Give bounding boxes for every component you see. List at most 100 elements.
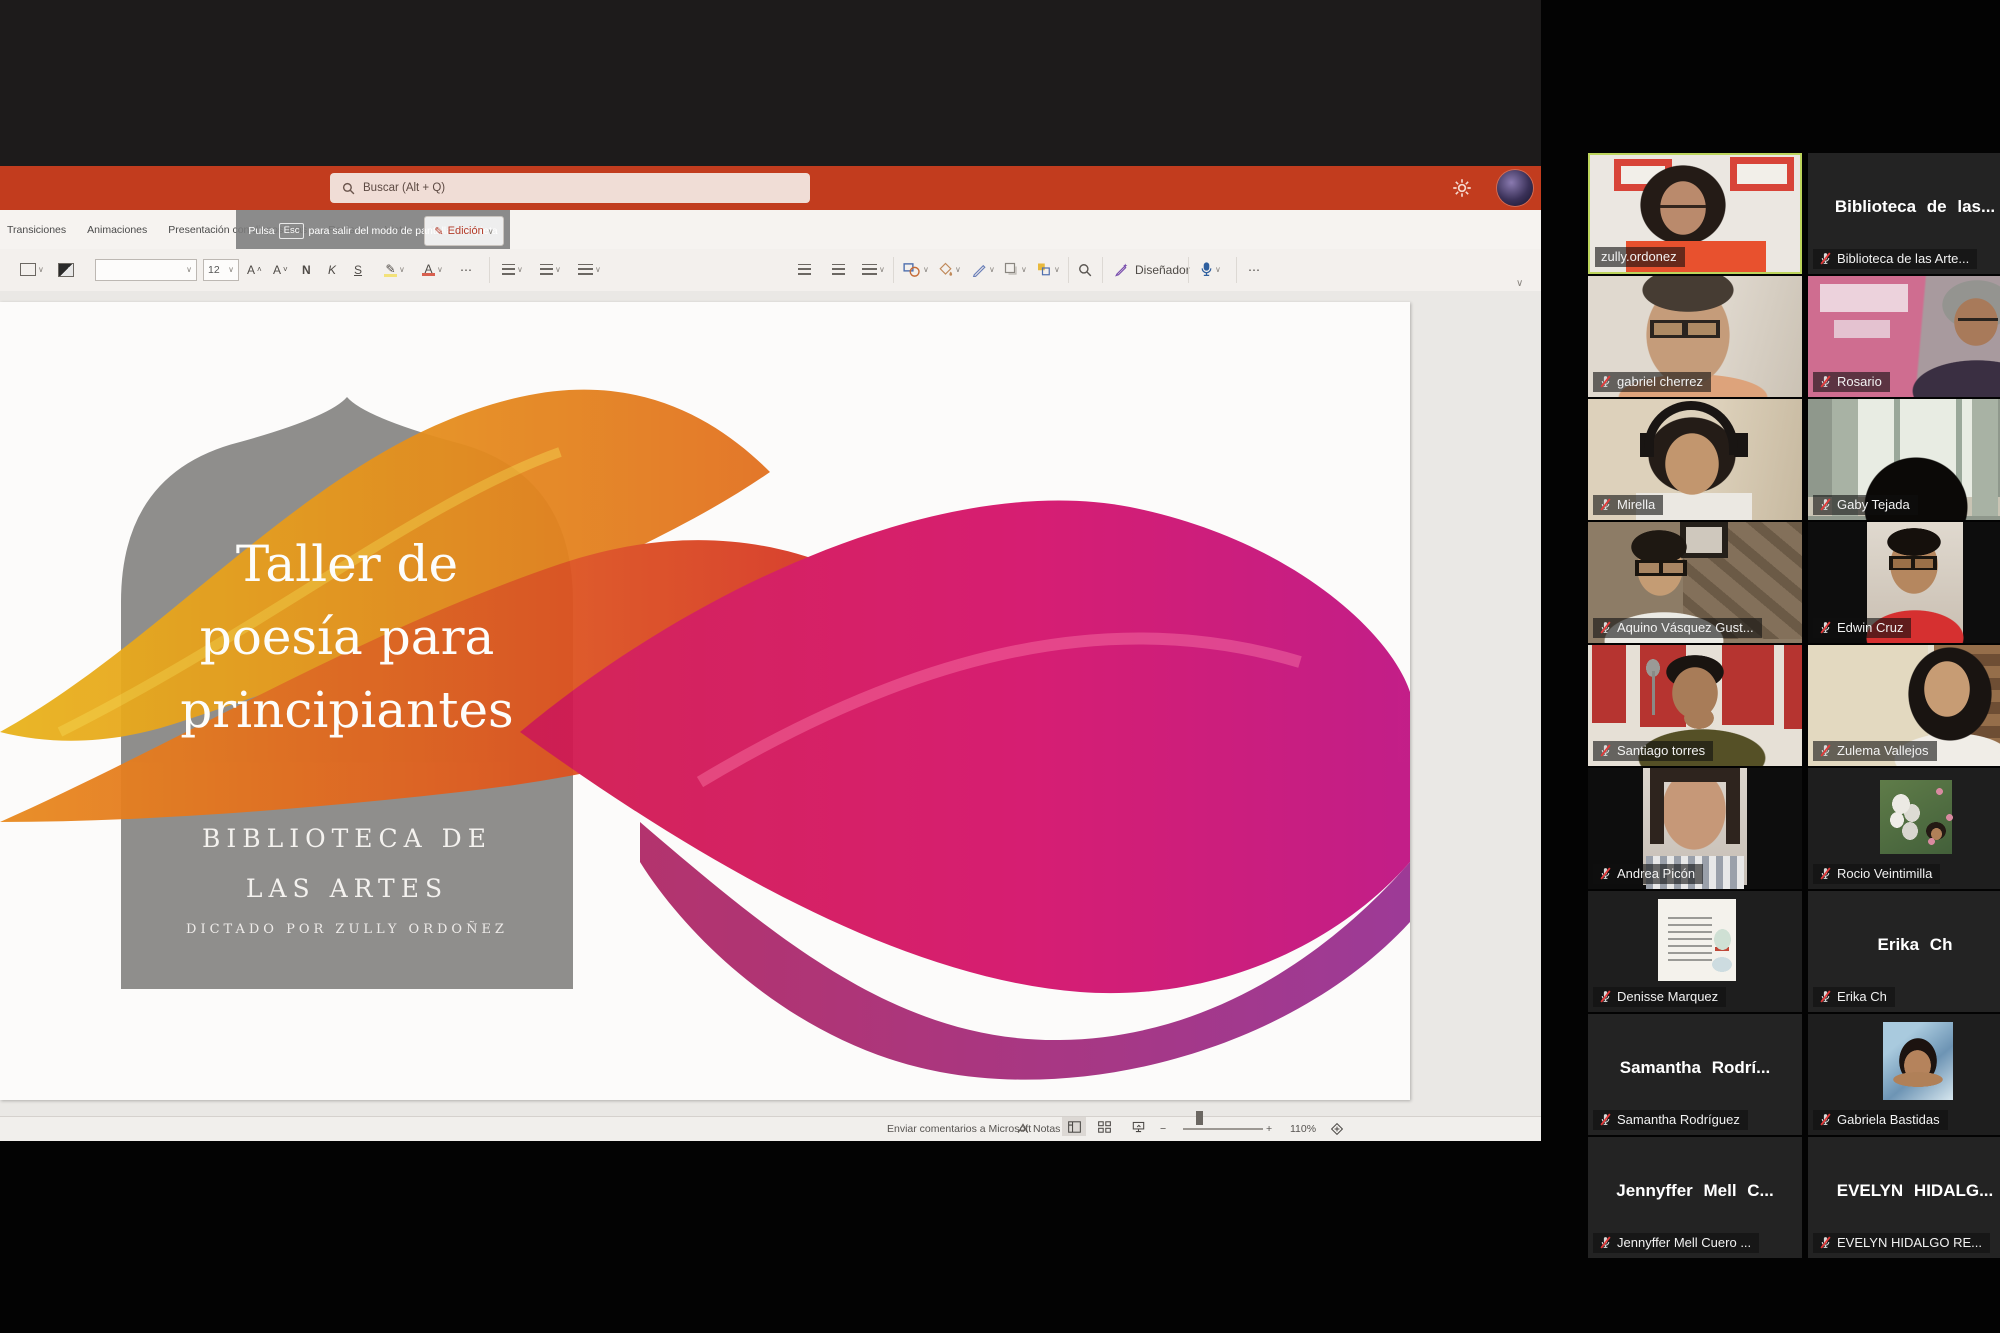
zoom-in-button[interactable]: +	[1266, 1117, 1272, 1140]
participant-name-text: Gaby Tejada	[1837, 497, 1910, 512]
muted-mic-icon	[1819, 621, 1832, 634]
pencil-icon: ✎	[434, 225, 443, 238]
underline-button[interactable]: S	[354, 249, 362, 290]
slideshow-view-button[interactable]	[1126, 1117, 1150, 1136]
participant-name-label: Zulema Vallejos	[1813, 741, 1937, 761]
decrease-font-button[interactable]: A˅	[273, 249, 288, 290]
participant-tile-5[interactable]: Gaby Tejada	[1808, 399, 2000, 520]
esc-key-badge: Esc	[279, 223, 305, 239]
participant-name-text: Mirella	[1617, 497, 1655, 512]
participant-tile-0[interactable]: zully.ordonez	[1588, 153, 1802, 274]
participant-name-text: Erika Ch	[1837, 989, 1887, 1004]
decrease-indent-button[interactable]	[798, 249, 811, 290]
normal-view-button[interactable]	[1062, 1117, 1086, 1136]
feedback-link[interactable]: Enviar comentarios a Microsoft	[887, 1117, 1031, 1140]
participant-tile-1[interactable]: Biblioteca de las... Biblioteca de las A…	[1808, 153, 2000, 274]
slide-sorter-view-button[interactable]	[1092, 1117, 1116, 1136]
participant-tile-17[interactable]: EVELYN HIDALG... EVELYN HIDALGO RE...	[1808, 1137, 2000, 1258]
participant-tile-2[interactable]: gabriel cherrez	[1588, 276, 1802, 397]
font-name-select[interactable]: ∨	[95, 249, 197, 290]
fit-to-window-button[interactable]	[1331, 1117, 1343, 1140]
participant-name-label: Mirella	[1593, 495, 1663, 515]
more-font-options-button[interactable]: ⋯	[460, 249, 473, 290]
muted-mic-icon	[1599, 867, 1612, 880]
slide-work-area: Taller de poesía para principiantes BIBL…	[0, 291, 1541, 1117]
participant-name-text: Santiago torres	[1617, 743, 1705, 758]
zoom-slider-handle[interactable]	[1196, 1111, 1203, 1125]
participant-center-name: Biblioteca de las...	[1808, 197, 2000, 217]
align-button[interactable]: ∨	[578, 249, 601, 290]
participant-name-text: Rocio Veintimilla	[1837, 866, 1932, 881]
find-button[interactable]	[1078, 249, 1092, 290]
participant-name-text: Jennyffer Mell Cuero ...	[1617, 1235, 1751, 1250]
font-color-button[interactable]: A∨	[422, 249, 443, 290]
participant-tile-16[interactable]: Jennyffer Mell C... Jennyffer Mell Cuero…	[1588, 1137, 1802, 1258]
participant-name-label: Biblioteca de las Arte...	[1813, 249, 1977, 269]
participant-name-label: Andrea Picón	[1593, 864, 1703, 884]
slide-canvas[interactable]: Taller de poesía para principiantes BIBL…	[0, 302, 1410, 1100]
participant-tile-13[interactable]: Erika Ch Erika Ch	[1808, 891, 2000, 1012]
participant-tile-3[interactable]: Rosario	[1808, 276, 2000, 397]
tab-strip: TransicionesAnimacionesPresentación con …	[0, 210, 1541, 249]
dictate-mic-button[interactable]: ∨	[1200, 249, 1221, 290]
account-avatar[interactable]	[1497, 170, 1533, 206]
participant-tile-14[interactable]: Samantha Rodrí... Samantha Rodríguez	[1588, 1014, 1802, 1135]
shape-outline-button[interactable]: ∨	[972, 249, 995, 290]
participants-grid: zully.ordonez Biblioteca de las... Bibli…	[1588, 153, 2000, 1258]
muted-mic-icon	[1599, 375, 1612, 388]
font-size-select[interactable]: 12∨	[203, 249, 239, 290]
increase-font-button[interactable]: A˄	[247, 249, 262, 290]
zoom-out-button[interactable]: −	[1160, 1117, 1166, 1140]
participant-tile-8[interactable]: Santiago torres	[1588, 645, 1802, 766]
shapes-button[interactable]: ∨	[903, 249, 929, 290]
layout-button[interactable]: ∨	[20, 249, 44, 290]
participant-name-label: Aquino Vásquez Gust...	[1593, 618, 1762, 638]
notes-icon	[1017, 1123, 1029, 1134]
shape-effects-button[interactable]: ∨	[1004, 249, 1027, 290]
muted-mic-icon	[1599, 744, 1612, 757]
participant-name-text: Rosario	[1837, 374, 1882, 389]
participant-tile-15[interactable]: Gabriela Bastidas	[1808, 1014, 2000, 1135]
participant-name-label: zully.ordonez	[1595, 247, 1685, 267]
search-input[interactable]: Buscar (Alt + Q)	[330, 173, 810, 203]
participant-tile-7[interactable]: Edwin Cruz	[1808, 522, 2000, 643]
notes-button[interactable]: Notas	[1017, 1117, 1060, 1140]
numbering-button[interactable]: ∨	[540, 249, 561, 290]
increase-indent-button[interactable]	[832, 249, 845, 290]
participant-tile-10[interactable]: Andrea Picón	[1588, 768, 1802, 889]
participant-name-label: Rosario	[1813, 372, 1890, 392]
tab-animaciones[interactable]: Animaciones	[87, 224, 147, 236]
bold-button[interactable]: N	[302, 249, 311, 290]
more-commands-button[interactable]: ⋯	[1248, 249, 1261, 290]
line-spacing-button[interactable]: ∨	[862, 249, 885, 290]
settings-gear-icon[interactable]	[1452, 178, 1472, 198]
participant-name-text: Denisse Marquez	[1617, 989, 1718, 1004]
participant-name-label: Edwin Cruz	[1813, 618, 1911, 638]
ribbon-tab-row: TransicionesAnimacionesPresentación con …	[0, 210, 1541, 249]
zoom-level[interactable]: 110%	[1290, 1117, 1316, 1140]
arrange-button[interactable]: ∨	[1036, 249, 1060, 290]
zoom-slider[interactable]	[1183, 1117, 1263, 1140]
bullets-button[interactable]: ∨	[502, 249, 523, 290]
italic-button[interactable]: K	[328, 249, 336, 290]
shape-fill-button[interactable]: ∨	[938, 249, 961, 290]
designer-button[interactable]: Diseñador	[1114, 249, 1190, 290]
participant-name-text: Edwin Cruz	[1837, 620, 1903, 635]
participant-tile-11[interactable]: Rocio Veintimilla	[1808, 768, 2000, 889]
participant-tile-9[interactable]: Zulema Vallejos	[1808, 645, 2000, 766]
editing-mode-dropdown[interactable]: ✎ Edición ∨	[424, 216, 504, 246]
muted-mic-icon	[1599, 1113, 1612, 1126]
section-button[interactable]	[58, 249, 74, 290]
participant-name-text: gabriel cherrez	[1617, 374, 1703, 389]
tab-transiciones[interactable]: Transiciones	[7, 224, 66, 236]
participant-tile-12[interactable]: Denisse Marquez	[1588, 891, 1802, 1012]
participant-name-label: Gaby Tejada	[1813, 495, 1918, 515]
participant-name-label: Rocio Veintimilla	[1813, 864, 1940, 884]
muted-mic-icon	[1599, 1236, 1612, 1249]
participant-tile-6[interactable]: Aquino Vásquez Gust...	[1588, 522, 1802, 643]
participant-name-text: Biblioteca de las Arte...	[1837, 251, 1969, 266]
participant-tile-4[interactable]: Mirella	[1588, 399, 1802, 520]
slide-byline: DICTADO POR ZULLY ORDOÑEZ	[120, 922, 574, 937]
highlighter-button[interactable]: ✎∨	[384, 249, 405, 290]
slide-subtitle: BIBLIOTECA DE LAS ARTES	[120, 814, 574, 914]
